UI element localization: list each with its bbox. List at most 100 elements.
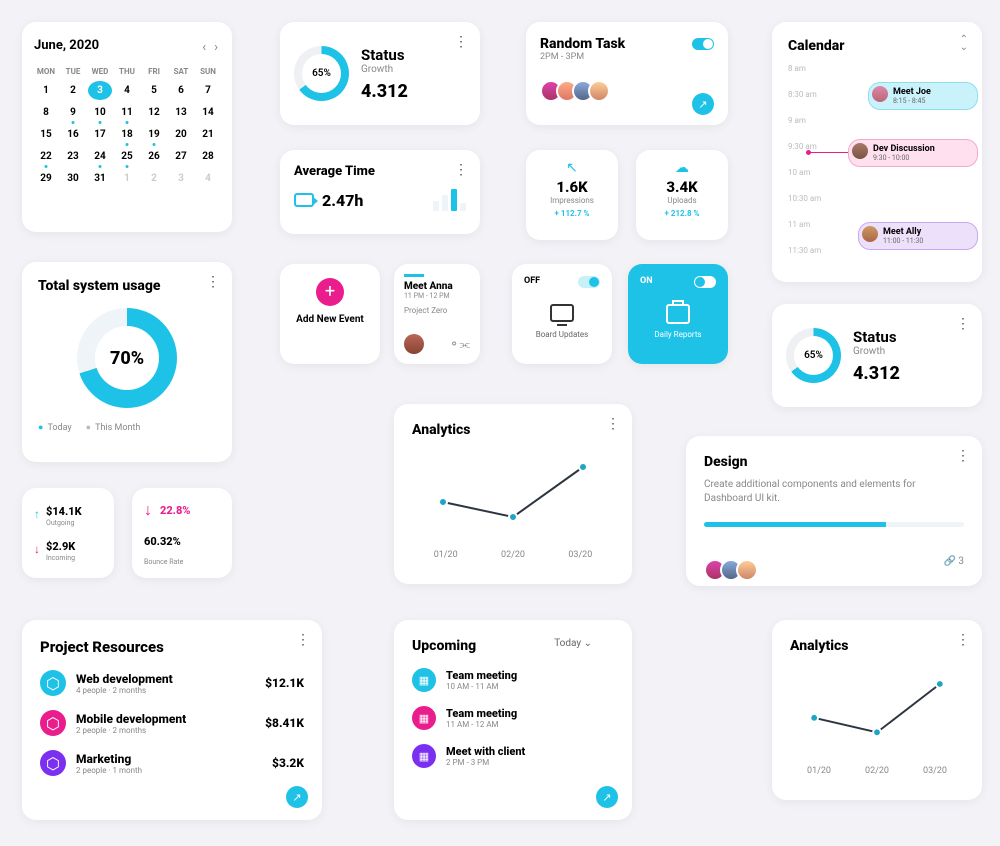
legend-month[interactable]: This Month	[86, 422, 141, 433]
calendar-day[interactable]: 5	[142, 81, 166, 100]
calendar-day[interactable]: 17	[88, 125, 112, 144]
upcoming-item[interactable]: ▦Meet with client2 PM - 3 PM	[412, 744, 614, 768]
calendar-day[interactable]: 2	[61, 81, 85, 100]
add-event-card[interactable]: + Add New Event	[280, 264, 380, 364]
calendar-day[interactable]: 7	[196, 81, 220, 100]
timeline-nav[interactable]: ⌃⌄	[960, 36, 968, 52]
task-toggle[interactable]	[692, 38, 714, 50]
calendar-day[interactable]: 14	[196, 103, 220, 122]
progress-bar	[704, 522, 964, 527]
calendar-day[interactable]: 31	[88, 169, 112, 188]
event-project: Project Zero	[404, 306, 470, 315]
calendar-day[interactable]: 21	[196, 125, 220, 144]
x-label: 03/20	[568, 550, 592, 560]
share-icon[interactable]: ⚬⫘	[449, 337, 470, 352]
calendar-day[interactable]: 10	[88, 103, 112, 122]
calendar-day[interactable]: 19	[142, 125, 166, 144]
expand-icon[interactable]: ↗	[596, 786, 618, 808]
upcoming-time: 11 AM - 12 AM	[446, 720, 517, 729]
calendar-day[interactable]: 8	[34, 103, 58, 122]
resource-icon: ⬡	[40, 670, 66, 696]
calendar-day[interactable]: 9	[61, 103, 85, 122]
meet-anna-card[interactable]: Meet Anna 11 PM - 12 PM Project Zero ⚬⫘	[394, 264, 480, 364]
resource-item[interactable]: ⬡Marketing2 people · 1 month$3.2K	[40, 750, 304, 776]
event-name: Meet Anna	[404, 281, 470, 292]
more-icon[interactable]: ⋮	[956, 448, 970, 464]
random-task-title: Random Task	[540, 36, 714, 52]
timeline-event[interactable]: Meet Joe8:15 - 8:45	[868, 82, 978, 110]
more-icon[interactable]: ⋮	[454, 34, 468, 50]
time-slot-label: 9 am	[788, 116, 806, 125]
calendar-day[interactable]: 3	[169, 169, 193, 188]
more-icon[interactable]: ⋮	[296, 632, 310, 648]
calendar-prev-icon[interactable]: ‹	[202, 40, 206, 55]
status-pct: 65%	[294, 46, 349, 101]
calendar-day[interactable]: 4	[196, 169, 220, 188]
calendar-day[interactable]: 13	[169, 103, 193, 122]
resource-item[interactable]: ⬡Web development4 people · 2 months$12.1…	[40, 670, 304, 696]
legend-today[interactable]: Today	[38, 422, 72, 433]
calendar-day[interactable]: 3	[88, 81, 112, 100]
tag-icon	[294, 193, 314, 207]
expand-icon[interactable]: ↗	[286, 786, 308, 808]
card-label: Daily Reports	[640, 330, 716, 339]
toggle[interactable]	[694, 276, 716, 288]
analytics-title: Analytics	[412, 422, 614, 438]
calendar-day[interactable]: 20	[169, 125, 193, 144]
status-donut: 65%	[294, 46, 349, 101]
expand-icon[interactable]: ↗	[692, 93, 714, 115]
design-title: Design	[704, 454, 964, 470]
calendar-day[interactable]: 1	[115, 169, 139, 188]
calendar-day[interactable]: 15	[34, 125, 58, 144]
calendar-day[interactable]: 11	[115, 103, 139, 122]
cursor-icon: ↖	[536, 160, 608, 176]
stat-delta: + 212.8 %	[646, 209, 718, 218]
calendar-day[interactable]: 27	[169, 147, 193, 166]
avatar	[852, 143, 868, 159]
avg-time-title: Average Time	[294, 164, 466, 179]
calendar-day[interactable]: 22	[34, 147, 58, 166]
calendar-day[interactable]: 28	[196, 147, 220, 166]
calendar-day[interactable]: 26	[142, 147, 166, 166]
timeline-event[interactable]: Meet Ally11:00 - 11:30	[858, 222, 978, 250]
calendar-day[interactable]: 1	[34, 81, 58, 100]
time-slot-label: 9:30 am	[788, 142, 817, 151]
upcoming-item[interactable]: ▦Team meeting11 AM - 12 AM	[412, 706, 614, 730]
calendar-day[interactable]: 23	[61, 147, 85, 166]
calendar-icon: ▦	[412, 668, 436, 692]
plus-icon[interactable]: +	[316, 278, 344, 306]
more-icon[interactable]: ⋮	[206, 274, 220, 290]
calendar-day[interactable]: 4	[115, 81, 139, 100]
calendar-next-icon[interactable]: ›	[214, 40, 218, 55]
design-task-card: Design ⋮ Create additional components an…	[686, 436, 982, 586]
add-event-label: Add New Event	[294, 314, 366, 325]
status-value: 4.312	[361, 81, 408, 102]
calendar-day[interactable]: 2	[142, 169, 166, 188]
status-donut: 65%	[786, 328, 841, 383]
calendar-day[interactable]: 30	[61, 169, 85, 188]
avatar	[872, 86, 888, 102]
calendar-day[interactable]: 24	[88, 147, 112, 166]
toggle[interactable]	[578, 276, 600, 288]
attachments[interactable]: 🔗 3	[943, 556, 964, 567]
average-time-card: Average Time ⋮ 2.47h	[280, 150, 480, 234]
calendar-day[interactable]: 6	[169, 81, 193, 100]
more-icon[interactable]: ⋮	[606, 416, 620, 432]
stat-value: 3.4K	[646, 178, 718, 196]
arrow-up-icon: ↑	[34, 507, 40, 521]
more-icon[interactable]: ⋮	[454, 162, 468, 178]
calendar-dow: SUN	[196, 65, 220, 78]
upcoming-item[interactable]: ▦Team meeting10 AM - 11 AM	[412, 668, 614, 692]
more-icon[interactable]: ⋮	[956, 316, 970, 332]
calendar-icon: ▦	[412, 706, 436, 730]
calendar-day[interactable]: 12	[142, 103, 166, 122]
resource-item[interactable]: ⬡Mobile development2 people · 2 months$8…	[40, 710, 304, 736]
upcoming-filter[interactable]: Today ⌄	[554, 638, 592, 649]
timeline-event[interactable]: Dev Discussion9:30 - 10:00	[848, 139, 978, 167]
calendar-day[interactable]: 16	[61, 125, 85, 144]
calendar-day[interactable]: 18	[115, 125, 139, 144]
pres-title: Project Resources	[40, 638, 304, 656]
calendar-day[interactable]: 29	[34, 169, 58, 188]
calendar-day[interactable]: 25	[115, 147, 139, 166]
more-icon[interactable]: ⋮	[956, 632, 970, 648]
